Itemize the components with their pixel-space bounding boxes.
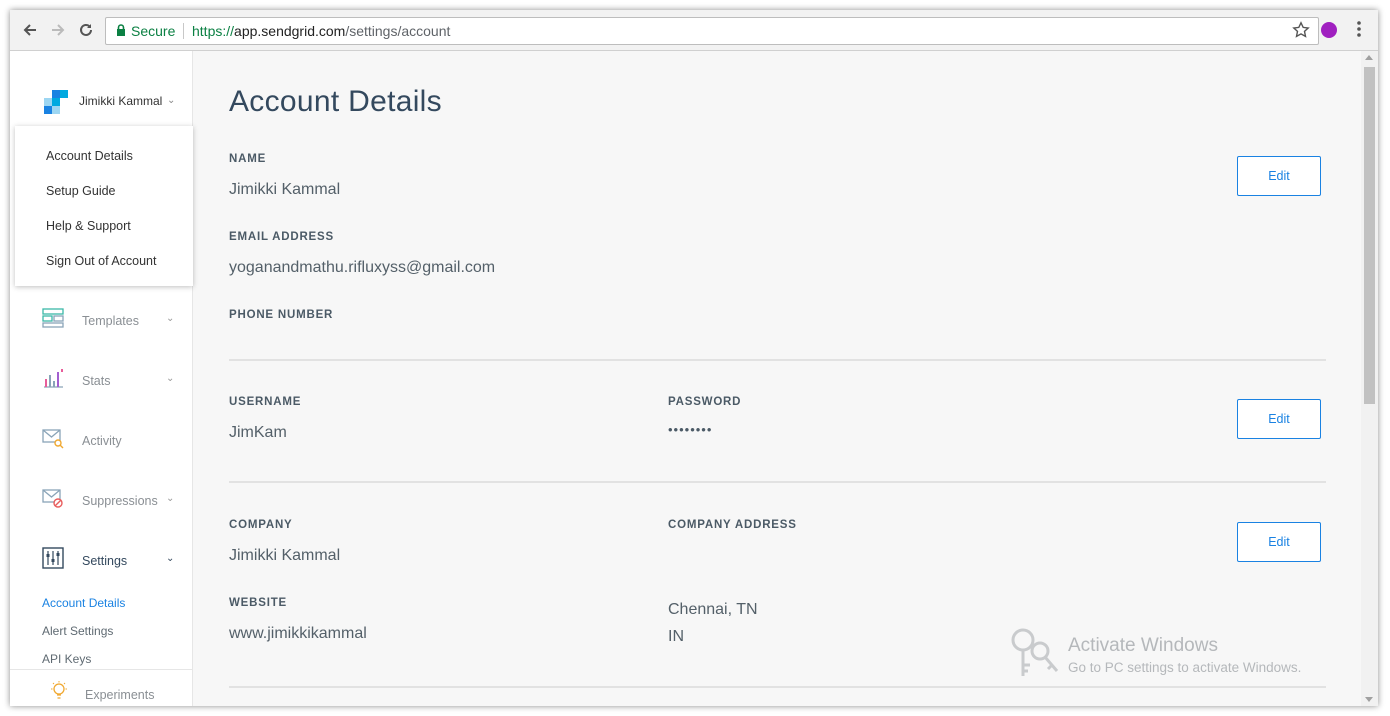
nav-item-suppressions[interactable]: Suppressions ⌄ [10,487,192,517]
scrollbar[interactable] [1361,51,1378,706]
settings-icon [42,547,64,569]
website-label: WEBSITE [229,597,287,609]
name-value: Jimikki Kammal [229,181,341,198]
sendgrid-logo-icon [44,90,68,114]
arrow-right-icon [52,24,65,36]
user-dropdown-menu: Account Details Setup Guide Help & Suppo… [15,126,193,286]
bookmark-star-icon[interactable] [1292,21,1310,39]
secure-label: Secure [131,23,176,39]
company-address-line1: Chennai, TN [668,601,758,618]
url-host: app.sendgrid.com [234,23,346,39]
menu-item-setup-guide[interactable]: Setup Guide [46,184,116,198]
arrow-left-icon [23,24,36,36]
activity-icon [42,429,64,449]
nav-label-stats: Stats [82,374,111,388]
stats-icon [44,369,63,388]
menu-item-account-details[interactable]: Account Details [46,149,133,163]
password-value: •••••••• [668,422,713,437]
scroll-down-arrow-icon[interactable] [1365,697,1373,702]
sidebar: Jimikki Kammal ⌄ Account Details Setup G… [10,51,193,706]
username-label: USERNAME [229,396,302,408]
edit-company-button[interactable]: Edit [1237,522,1321,562]
website-value: www.jimikkikammal [229,625,367,642]
extension-icon[interactable] [1321,22,1337,38]
settings-sub-alert-settings[interactable]: Alert Settings [42,624,113,638]
reload-icon [80,23,92,36]
edit-profile-button[interactable]: Edit [1237,156,1321,196]
activation-subtitle: Go to PC settings to activate Windows. [1068,660,1302,675]
password-label: PASSWORD [668,396,742,408]
nav-item-templates[interactable]: Templates ⌄ [10,307,192,337]
scroll-up-arrow-icon[interactable] [1365,55,1373,60]
browser-toolbar: Secure https://app.sendgrid.com/settings… [10,10,1378,51]
lightbulb-icon [51,681,67,699]
nav-item-experiments[interactable]: Experiments [10,681,192,706]
name-label: NAME [229,153,267,165]
url-path: /settings/account [345,23,451,39]
section-divider [229,359,1326,361]
address-bar[interactable]: Secure https://app.sendgrid.com/settings… [105,17,1319,45]
suppressions-icon [42,489,63,508]
nav-label-templates: Templates [82,314,139,328]
main-content: Account Details NAME Jimikki Kammal EMAI… [193,51,1361,706]
chevron-down-icon: ⌄ [166,553,175,564]
url-text[interactable]: https://app.sendgrid.com/settings/accoun… [192,23,450,39]
company-value: Jimikki Kammal [229,547,341,564]
page-title: Account Details [229,85,442,118]
forward-button[interactable] [46,18,70,42]
settings-sub-account-details[interactable]: Account Details [42,596,125,610]
menu-item-help-support[interactable]: Help & Support [46,219,131,233]
browser-window: Secure https://app.sendgrid.com/settings… [10,10,1378,706]
company-address-line2: IN [668,628,684,645]
chevron-down-icon: ⌄ [166,493,175,504]
chevron-down-icon[interactable]: ⌄ [167,95,175,106]
edit-credentials-button[interactable]: Edit [1237,399,1321,439]
company-address-label: COMPANY ADDRESS [668,519,797,531]
section-divider [229,686,1326,688]
lock-icon [117,24,125,36]
nav-item-stats[interactable]: Stats ⌄ [10,367,192,397]
back-button[interactable] [18,18,42,42]
email-label: EMAIL ADDRESS [229,231,334,243]
username-value: JimKam [229,424,287,441]
reload-button[interactable] [74,18,98,42]
windows-activation-watermark: Activate Windows Go to PC settings to ac… [1010,627,1301,684]
sidebar-divider [10,669,192,670]
chevron-down-icon: ⌄ [166,373,175,384]
more-vert-icon[interactable] [1356,20,1362,38]
nav-label-settings: Settings [82,554,128,568]
url-scheme: https:// [192,23,235,39]
key-icon [1011,628,1059,676]
menu-item-sign-out[interactable]: Sign Out of Account [46,254,157,268]
email-value: yoganandmathu.rifluxyss@gmail.com [229,259,496,276]
section-divider [229,481,1326,483]
nav-item-settings[interactable]: Settings ⌄ [10,547,192,577]
omnibox-divider [183,23,184,39]
nav-label-experiments: Experiments [85,688,155,702]
chevron-down-icon: ⌄ [166,313,175,324]
nav-label-suppressions: Suppressions [82,494,158,508]
templates-icon [42,308,64,328]
scroll-thumb[interactable] [1364,67,1375,404]
settings-sub-api-keys[interactable]: API Keys [42,652,91,666]
phone-label: PHONE NUMBER [229,309,334,321]
nav-label-activity: Activity [82,434,122,448]
user-name[interactable]: Jimikki Kammal [79,94,162,108]
company-label: COMPANY [229,519,293,531]
activation-title: Activate Windows [1068,635,1218,656]
nav-item-activity[interactable]: Activity [10,427,192,457]
